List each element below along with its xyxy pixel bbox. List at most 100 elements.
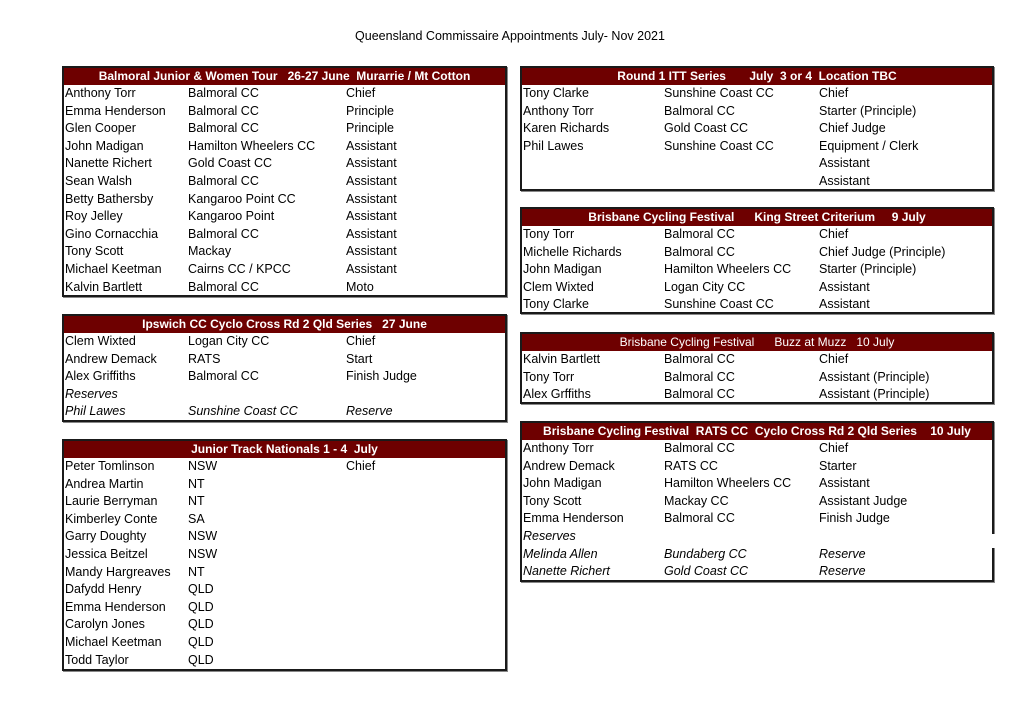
role-cell: Principle bbox=[346, 121, 394, 136]
role-cell: Assistant bbox=[819, 476, 870, 491]
table-row: Gino Cornacchia Balmoral CC Assistant bbox=[64, 226, 505, 244]
table-row: Assistant bbox=[522, 155, 992, 173]
table-row: Roy Jelley Kangaroo Point Assistant bbox=[64, 208, 505, 226]
table-row: Dafydd Henry QLD bbox=[64, 581, 505, 599]
table-row: Reserves bbox=[522, 528, 992, 546]
official-name-cell: Tony Scott bbox=[523, 493, 582, 508]
club-cell: NT bbox=[188, 494, 205, 509]
official-name-cell: Dafydd Henry bbox=[65, 582, 142, 597]
role-cell: Chief bbox=[819, 227, 849, 241]
official-name-cell: Reserves bbox=[523, 528, 576, 543]
official-name-cell: Todd Taylor bbox=[65, 652, 129, 667]
official-name-cell: Tony Clarke bbox=[523, 86, 589, 100]
official-name-cell: Emma Henderson bbox=[523, 511, 624, 526]
role-cell: Assistant bbox=[346, 261, 397, 276]
club-cell: Balmoral CC bbox=[664, 103, 735, 118]
table-row: Andrew Demack RATS Start bbox=[64, 351, 505, 369]
border-gap bbox=[991, 534, 995, 548]
official-name-cell: Nanette Richert bbox=[65, 156, 152, 171]
role-cell: Chief Judge bbox=[819, 121, 886, 136]
official-name-cell: Sean Walsh bbox=[65, 173, 132, 188]
table-row: Alex Griffiths Balmoral CC Finish Judge bbox=[64, 368, 505, 386]
role-cell: Assistant bbox=[346, 138, 397, 153]
official-name-cell: Mandy Hargreaves bbox=[65, 564, 171, 579]
table-row: Tony Scott Mackay CC Assistant Judge bbox=[522, 493, 992, 511]
role-cell: Finish Judge bbox=[819, 511, 890, 526]
event-block-ipswich-cyclo-cross: Ipswich CC Cyclo Cross Rd 2 Qld Series 2… bbox=[62, 314, 507, 422]
table-row: Sean Walsh Balmoral CC Assistant bbox=[64, 173, 505, 191]
event-header: Brisbane Cycling Festival King Street Cr… bbox=[522, 209, 992, 226]
role-cell: Principle bbox=[346, 103, 394, 118]
club-cell: Gold Coast CC bbox=[188, 156, 273, 171]
club-cell: Hamilton Wheelers CC bbox=[188, 138, 316, 153]
role-cell: Starter (Principle) bbox=[819, 103, 917, 118]
official-name-cell: Nanette Richert bbox=[523, 564, 610, 579]
official-name-cell: Alex Grffiths bbox=[523, 387, 591, 402]
club-cell: NSW bbox=[188, 546, 218, 561]
table-row: Todd Taylor QLD bbox=[64, 652, 505, 670]
role-cell: Assistant bbox=[346, 173, 397, 188]
official-name-cell: Laurie Berryman bbox=[65, 494, 158, 509]
club-cell: Balmoral CC bbox=[188, 121, 259, 136]
club-cell: Sunshine Coast CC bbox=[664, 86, 774, 100]
official-name-cell: Clem Wixted bbox=[65, 334, 136, 348]
club-cell: Balmoral CC bbox=[188, 279, 259, 294]
table-row: Anthony Torr Balmoral CC Starter (Principl… bbox=[522, 103, 992, 121]
table-row: Michael Keetman Cairns CC / KPCC Assistant bbox=[64, 261, 505, 279]
event-header: Round 1 ITT Series July 3 or 4 Location … bbox=[522, 68, 992, 85]
club-cell: QLD bbox=[188, 582, 214, 597]
role-cell: Assistant (Principle) bbox=[819, 387, 930, 402]
table-row: Betty Bathersby Kangaroo Point CC Assistan… bbox=[64, 191, 505, 209]
table-row: Emma Henderson QLD bbox=[64, 599, 505, 617]
club-cell: Kangaroo Point bbox=[188, 209, 275, 224]
official-name-cell: Alex Griffiths bbox=[65, 369, 136, 384]
table-row: Nanette Richert Gold Coast CC Reserve bbox=[522, 563, 992, 581]
club-cell: RATS CC bbox=[664, 458, 718, 473]
event-block-balmoral-junior-women-tour: Balmoral Junior & Women Tour 26-27 June … bbox=[62, 66, 507, 297]
role-cell: Assistant bbox=[346, 226, 397, 241]
official-name-cell: Andrew Demack bbox=[65, 351, 157, 366]
event-block-buzz-at-muzz: Brisbane Cycling Festival Buzz at Muzz 1… bbox=[520, 332, 994, 404]
table-row: Karen Richards Gold Coast CC Chief Judge bbox=[522, 120, 992, 138]
club-cell: Bundaberg CC bbox=[664, 546, 747, 561]
table-row: Mandy Hargreaves NT bbox=[64, 564, 505, 582]
club-cell: Balmoral CC bbox=[664, 511, 735, 526]
club-cell: Balmoral CC bbox=[664, 369, 735, 384]
official-name-cell: Tony Scott bbox=[65, 244, 124, 259]
official-name-cell: John Madigan bbox=[65, 138, 144, 153]
role-cell: Assistant bbox=[819, 297, 870, 312]
club-cell: NT bbox=[188, 476, 205, 491]
club-cell: Balmoral CC bbox=[188, 226, 259, 241]
club-cell: Gold Coast CC bbox=[664, 564, 749, 579]
official-name-cell: Carolyn Jones bbox=[65, 617, 145, 632]
table-row: Garry Doughty NSW bbox=[64, 528, 505, 546]
table-row: Emma Henderson Balmoral CC Finish Judge bbox=[522, 510, 992, 528]
club-cell: NSW bbox=[188, 529, 218, 544]
official-name-cell: Melinda Allen bbox=[523, 546, 598, 561]
table-row: Clem Wixted Logan City CC Chief bbox=[64, 333, 505, 351]
table-row: Andrea Martin NT bbox=[64, 476, 505, 494]
role-cell: Moto bbox=[346, 279, 374, 294]
role-cell: Reserve bbox=[346, 404, 393, 419]
table-row: Tony Torr Balmoral CC Chief bbox=[522, 226, 992, 244]
official-name-cell: Phil Lawes bbox=[523, 138, 584, 153]
role-cell: Reserve bbox=[819, 564, 866, 579]
official-name-cell: Anthony Torr bbox=[523, 441, 594, 455]
club-cell: SA bbox=[188, 511, 205, 526]
role-cell: Chief bbox=[819, 86, 849, 100]
role-cell: Chief bbox=[819, 441, 849, 455]
table-row: Anthony Torr Balmoral CC Chief bbox=[522, 440, 992, 458]
table-row: John Madigan Hamilton Wheelers CC Starter … bbox=[522, 261, 992, 279]
table-row: Michelle Richards Balmoral CC Chief Judge … bbox=[522, 244, 992, 262]
club-cell: Balmoral CC bbox=[664, 227, 735, 241]
club-cell: Gold Coast CC bbox=[664, 121, 749, 136]
club-cell: Balmoral CC bbox=[664, 387, 735, 402]
official-name-cell: Betty Bathersby bbox=[65, 191, 154, 206]
official-name-cell: Reserves bbox=[65, 386, 118, 401]
club-cell: Logan City CC bbox=[188, 334, 270, 348]
table-row: John Madigan Hamilton Wheelers CC Assistan… bbox=[64, 138, 505, 156]
official-name-cell: Michelle Richards bbox=[523, 244, 622, 259]
table-row: Tony Clarke Sunshine Coast CC Chief bbox=[522, 85, 992, 103]
club-cell: Balmoral CC bbox=[664, 441, 735, 455]
table-row: Carolyn Jones QLD bbox=[64, 616, 505, 634]
